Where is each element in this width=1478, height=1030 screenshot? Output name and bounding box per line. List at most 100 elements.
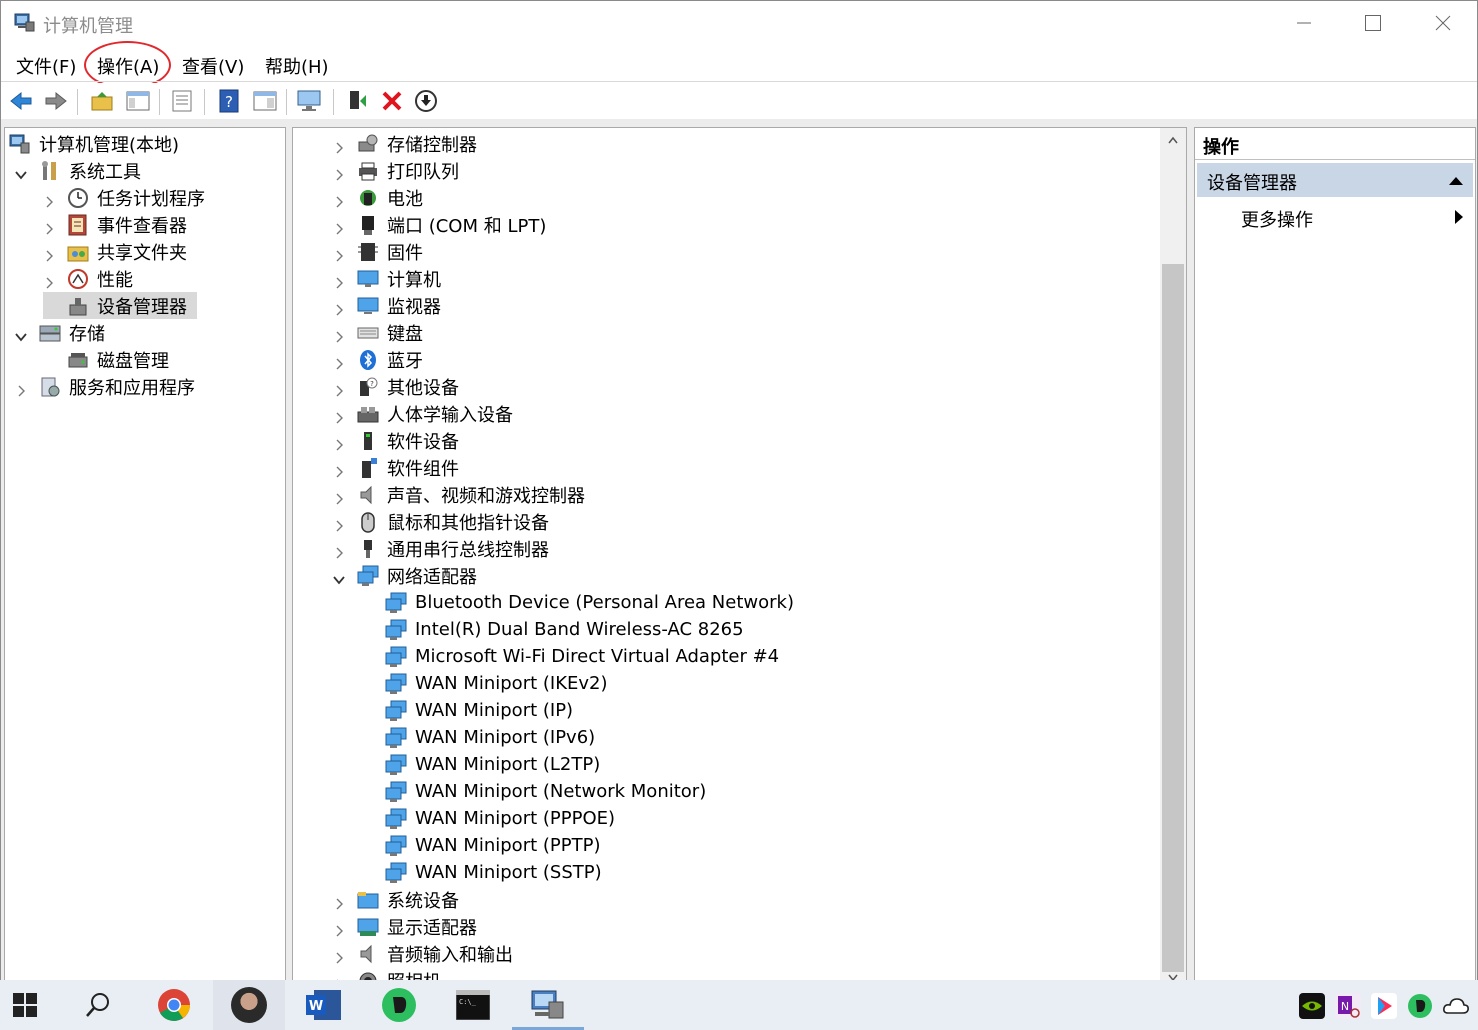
- expander[interactable]: [43, 300, 55, 312]
- chevron-right-icon[interactable]: [333, 358, 345, 370]
- disable-device-button[interactable]: [413, 88, 439, 114]
- chevron-right-icon[interactable]: [15, 385, 27, 397]
- evernote-button[interactable]: [363, 980, 435, 1030]
- expander[interactable]: [333, 165, 345, 180]
- device-item[interactable]: WAN Miniport (IKEv2): [385, 670, 608, 697]
- device-item[interactable]: Bluetooth Device (Personal Area Network): [385, 589, 794, 616]
- device-category[interactable]: 存储控制器: [333, 130, 477, 157]
- help-button[interactable]: ?: [216, 88, 242, 114]
- scrollbar-thumb[interactable]: [1162, 264, 1184, 972]
- expander[interactable]: [333, 381, 345, 396]
- expander[interactable]: [333, 570, 345, 584]
- chevron-right-icon[interactable]: [333, 331, 345, 343]
- device-item[interactable]: WAN Miniport (SSTP): [385, 859, 602, 886]
- nvidia-icon[interactable]: [1299, 993, 1325, 1019]
- onedrive-icon[interactable]: [1442, 993, 1469, 1019]
- expander[interactable]: [333, 138, 345, 153]
- chevron-right-icon[interactable]: [333, 493, 345, 505]
- left-tree-item[interactable]: 计算机管理(本地): [9, 130, 179, 157]
- chevron-right-icon[interactable]: [333, 385, 345, 397]
- left-tree-item[interactable]: 系统工具: [15, 157, 141, 184]
- scan-hardware-button[interactable]: [297, 88, 323, 114]
- expander[interactable]: [333, 246, 345, 261]
- expander[interactable]: [333, 516, 345, 531]
- terminal-button[interactable]: C:\_: [437, 980, 509, 1030]
- chevron-right-icon[interactable]: [43, 250, 55, 262]
- chevron-right-icon[interactable]: [333, 304, 345, 316]
- device-category[interactable]: 蓝牙: [333, 346, 423, 373]
- vertical-scrollbar[interactable]: [1160, 128, 1186, 980]
- device-category[interactable]: 显示适配器: [333, 913, 477, 940]
- left-tree-item[interactable]: 设备管理器: [43, 292, 197, 319]
- view-button[interactable]: [252, 88, 278, 114]
- expander[interactable]: [333, 219, 345, 234]
- device-item[interactable]: WAN Miniport (Network Monitor): [385, 778, 706, 805]
- device-category[interactable]: 声音、视频和游戏控制器: [333, 481, 585, 508]
- up-folder-button[interactable]: [89, 88, 115, 114]
- expander[interactable]: [333, 948, 345, 963]
- expander[interactable]: [333, 921, 345, 936]
- menu-view[interactable]: 查看(V): [182, 53, 244, 79]
- device-category[interactable]: 通用串行总线控制器: [333, 535, 549, 562]
- device-category[interactable]: 端口 (COM 和 LPT): [333, 211, 546, 238]
- chevron-right-icon[interactable]: [333, 520, 345, 532]
- chevron-right-icon[interactable]: [43, 277, 55, 289]
- device-category[interactable]: 电池: [333, 184, 423, 211]
- left-tree-item[interactable]: 事件查看器: [43, 211, 187, 238]
- device-item[interactable]: Intel(R) Dual Band Wireless-AC 8265: [385, 616, 744, 643]
- expander[interactable]: [15, 327, 27, 341]
- expander[interactable]: [43, 192, 55, 207]
- computer-management-taskbar-button[interactable]: [512, 980, 584, 1030]
- update-driver-button[interactable]: [345, 88, 371, 114]
- device-category[interactable]: 打印队列: [333, 157, 459, 184]
- avatar-button[interactable]: [213, 980, 285, 1030]
- expander[interactable]: [333, 543, 345, 558]
- evernote-tray-icon[interactable]: [1407, 993, 1433, 1019]
- youku-icon[interactable]: [1371, 993, 1397, 1019]
- chevron-right-icon[interactable]: [333, 277, 345, 289]
- chevron-down-icon[interactable]: [333, 574, 345, 586]
- menu-help[interactable]: 帮助(H): [265, 53, 329, 79]
- chevron-right-icon[interactable]: [333, 547, 345, 559]
- chevron-right-icon[interactable]: [333, 196, 345, 208]
- device-category[interactable]: 音频输入和输出: [333, 940, 513, 967]
- expander[interactable]: [333, 327, 345, 342]
- device-category[interactable]: ? 其他设备: [333, 373, 459, 400]
- device-item[interactable]: WAN Miniport (L2TP): [385, 751, 600, 778]
- uninstall-device-button[interactable]: [379, 88, 405, 114]
- left-tree-item[interactable]: 共享文件夹: [43, 238, 187, 265]
- chevron-right-icon[interactable]: [333, 142, 345, 154]
- search-button[interactable]: [62, 980, 134, 1030]
- expander[interactable]: [333, 435, 345, 450]
- forward-button[interactable]: [43, 88, 69, 114]
- properties-button[interactable]: [169, 88, 195, 114]
- expander[interactable]: [333, 489, 345, 504]
- expander[interactable]: [333, 300, 345, 315]
- device-item[interactable]: WAN Miniport (IP): [385, 697, 573, 724]
- chevron-right-icon[interactable]: [333, 439, 345, 451]
- device-category[interactable]: 固件: [333, 238, 423, 265]
- chevron-right-icon[interactable]: [43, 196, 55, 208]
- maximize-button[interactable]: [1338, 1, 1408, 45]
- expander[interactable]: [333, 354, 345, 369]
- chevron-right-icon[interactable]: [333, 250, 345, 262]
- menu-file[interactable]: 文件(F): [16, 53, 76, 79]
- expander[interactable]: [43, 273, 55, 288]
- chevron-right-icon[interactable]: [333, 466, 345, 478]
- chevron-right-icon[interactable]: [333, 223, 345, 235]
- device-category[interactable]: 系统设备: [333, 886, 459, 913]
- actions-section-device-manager[interactable]: 设备管理器: [1197, 163, 1473, 197]
- chevron-right-icon[interactable]: [333, 952, 345, 964]
- device-category[interactable]: 网络适配器: [333, 562, 477, 589]
- scroll-up-icon[interactable]: [1168, 136, 1178, 144]
- expander[interactable]: [43, 219, 55, 234]
- chevron-right-icon[interactable]: [333, 412, 345, 424]
- left-tree-item[interactable]: 磁盘管理: [43, 346, 169, 373]
- expander[interactable]: [333, 192, 345, 207]
- expander[interactable]: [15, 381, 27, 396]
- left-tree-item[interactable]: 服务和应用程序: [15, 373, 195, 400]
- chevron-down-icon[interactable]: [15, 169, 27, 181]
- device-item[interactable]: WAN Miniport (IPv6): [385, 724, 595, 751]
- chevron-right-icon[interactable]: [333, 898, 345, 910]
- chrome-button[interactable]: [138, 980, 210, 1030]
